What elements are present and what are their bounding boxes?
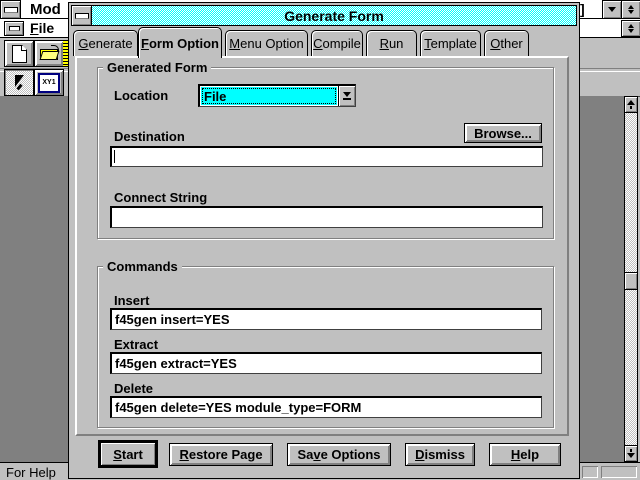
control-menu-dash-icon <box>4 7 18 13</box>
tab-generate[interactable]: Generate <box>73 30 138 56</box>
tab-form-option[interactable]: Form Option <box>138 27 222 58</box>
new-document-button[interactable] <box>4 40 34 67</box>
control-menu-dash-icon <box>75 13 89 19</box>
dialog-titlebar[interactable]: Generate Form <box>71 5 577 26</box>
tab-compile[interactable]: Compile <box>311 30 363 56</box>
tab-template[interactable]: Template <box>420 30 481 56</box>
document-restore-button[interactable] <box>621 20 640 37</box>
new-document-icon <box>12 45 27 63</box>
start-button[interactable]: Start <box>100 442 156 466</box>
insert-label: Insert <box>114 293 149 308</box>
main-control-menu-button[interactable] <box>0 0 21 19</box>
generate-form-dialog: Generate Form Generate Form Option Menu … <box>68 2 580 479</box>
location-selected-value[interactable]: File <box>201 87 337 105</box>
tab-run[interactable]: Run <box>366 30 417 56</box>
delete-command-input[interactable] <box>110 396 542 418</box>
insert-command-input[interactable] <box>110 308 542 330</box>
restore-page-button[interactable]: Restore Page <box>169 443 273 466</box>
connect-string-label: Connect String <box>114 190 207 205</box>
dialog-control-menu-button[interactable] <box>72 6 92 25</box>
open-file-button[interactable] <box>34 40 64 67</box>
destination-label: Destination <box>114 129 185 144</box>
pointer-arrow-icon <box>12 75 26 91</box>
pointer-tool-button[interactable] <box>4 69 34 96</box>
minimize-icon <box>608 7 616 12</box>
status-pane-small <box>582 466 598 478</box>
location-combobox[interactable]: File <box>198 84 356 107</box>
dismiss-button[interactable]: Dismiss <box>405 443 475 466</box>
restore-button[interactable] <box>621 0 640 19</box>
dropdown-arrow-icon <box>343 92 351 97</box>
status-message: For Help <box>6 465 56 480</box>
commands-group: Commands Insert Extract Delete <box>97 266 554 428</box>
connect-string-input[interactable] <box>110 206 543 228</box>
scroll-up-button[interactable] <box>624 96 638 113</box>
generated-form-group: Generated Form Location File Destination… <box>97 67 554 239</box>
xy1-tool-icon: XY1 <box>38 73 60 93</box>
dropdown-arrow-bar <box>343 98 351 100</box>
scroll-down-button[interactable] <box>624 445 638 462</box>
main-window-title-end: ] <box>580 1 585 17</box>
tab-other[interactable]: Other <box>484 30 529 56</box>
scrollbar-thumb[interactable] <box>624 272 638 290</box>
start-button-default-ring: Start <box>98 440 158 468</box>
arrow-up-icon <box>627 100 635 109</box>
browse-button[interactable]: Browse... <box>464 123 542 143</box>
group-label: Generated Form <box>103 60 211 75</box>
text-caret <box>114 150 115 163</box>
open-folder-icon <box>40 48 58 60</box>
xy1-tool-button[interactable]: XY1 <box>34 69 64 96</box>
arrow-down-icon <box>627 449 635 458</box>
tab-menu-option[interactable]: Menu Option <box>225 30 308 56</box>
location-label: Location <box>114 88 168 103</box>
vertical-scrollbar[interactable] <box>624 96 638 462</box>
document-control-menu-button[interactable] <box>4 21 24 36</box>
dialog-title: Generate Form <box>284 8 384 24</box>
combobox-dropdown-button[interactable] <box>338 86 355 106</box>
group-label: Commands <box>103 259 182 274</box>
dialog-title-area: Generate Form <box>92 6 576 25</box>
extract-label: Extract <box>114 337 158 352</box>
destination-input[interactable] <box>110 146 543 167</box>
control-menu-dash-icon <box>9 26 20 31</box>
menu-item-file[interactable]: File <box>30 20 54 36</box>
main-window-title: Mod <box>30 1 61 18</box>
status-pane-large <box>601 466 637 478</box>
extract-command-input[interactable] <box>110 352 542 374</box>
tab-panel-form-option: Generated Form Location File Destination… <box>75 56 569 436</box>
minimize-button[interactable] <box>602 0 622 19</box>
screen: Mod ] File <box>0 0 640 480</box>
restore-icon <box>628 5 634 14</box>
restore-icon <box>628 24 634 33</box>
delete-label: Delete <box>114 381 153 396</box>
save-options-button[interactable]: Save Options <box>287 443 391 466</box>
help-button[interactable]: Help <box>489 443 561 466</box>
